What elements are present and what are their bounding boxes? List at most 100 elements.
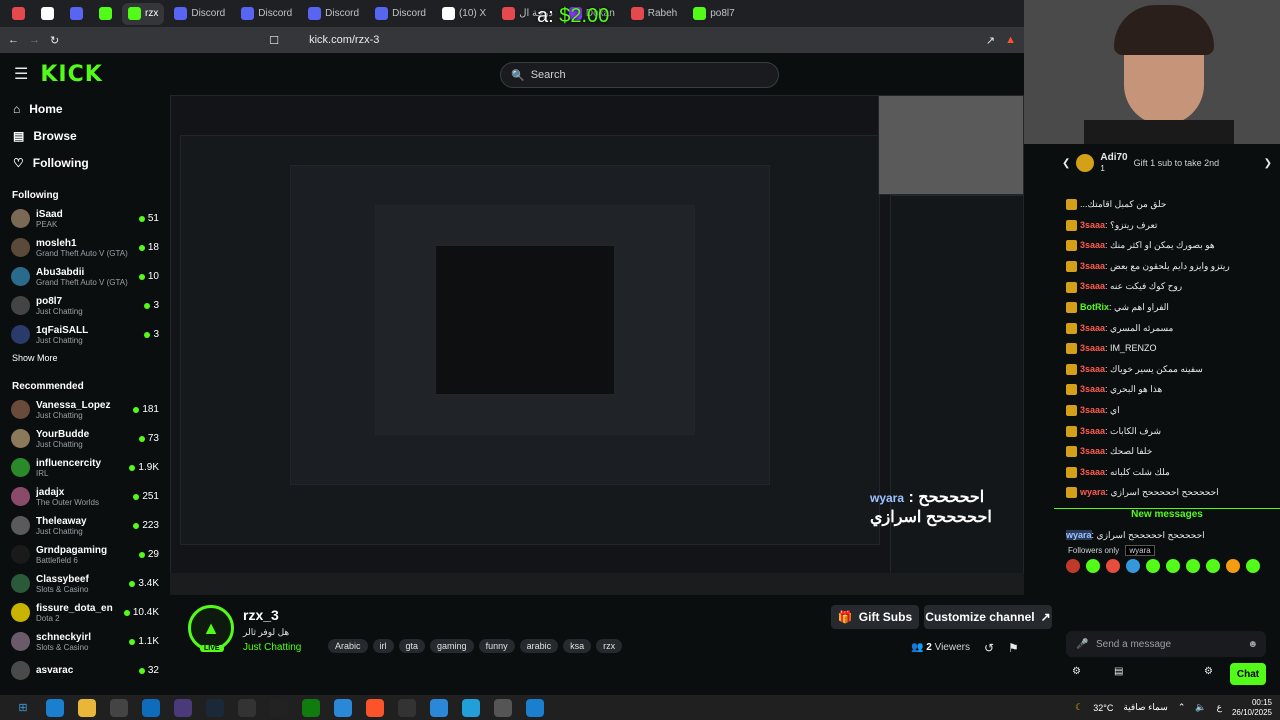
browser-tab[interactable] [35,3,60,25]
volume-icon[interactable]: 🔈 [1195,702,1206,713]
browser-tab[interactable]: Discord [302,3,365,25]
chevron-up-icon[interactable]: ⌃ [1178,702,1186,713]
emote-icon[interactable] [1166,558,1180,573]
emote-icon[interactable] [1246,558,1260,573]
steam-icon[interactable] [206,698,224,717]
app-icon[interactable] [526,698,544,717]
browser-tab[interactable]: Discord [369,3,432,25]
sidebar-nav-following[interactable]: ♡ Following [0,149,168,176]
stream-tag[interactable]: Arabic [328,639,368,653]
browser-tab[interactable]: Discord [235,3,298,25]
browser-tab[interactable] [64,3,89,25]
chat-settings-icon[interactable]: ⚙ [1072,666,1081,677]
app-icon[interactable] [430,698,448,717]
sidebar-channel[interactable]: Classybeef Slots & Casino 3.4K [0,569,168,598]
chat-username[interactable]: 3saaa [1080,467,1105,477]
gear-icon[interactable]: ⚙ [1204,666,1213,677]
windows-start-icon[interactable]: ⊞ [14,699,32,717]
chat-username[interactable]: 3saaa [1080,281,1105,291]
latest-user[interactable]: wyara [1066,530,1092,540]
outlook-icon[interactable] [142,698,160,717]
obs-icon[interactable] [174,698,192,717]
chat-username[interactable]: 3saaa [1080,343,1105,353]
chat-username[interactable]: 3saaa [1080,323,1105,333]
emote-icon[interactable] [1206,558,1220,573]
emote-icon[interactable] [1126,558,1140,573]
stream-tag[interactable]: ksa [563,639,592,653]
browser-tab[interactable]: Discord [168,3,231,25]
chat-username[interactable]: 3saaa [1080,384,1105,394]
browser-tab[interactable]: po8l7 [687,3,740,25]
stream-tag[interactable]: rzx [596,639,623,653]
emote-icon[interactable] [1146,558,1160,573]
emoji-icon[interactable]: ☻ [1247,639,1258,650]
emote-icon[interactable] [1186,558,1200,573]
share-icon[interactable]: ↺ [984,641,994,655]
app-icon[interactable] [334,698,352,717]
edge-icon[interactable] [46,698,64,717]
chat-send-button[interactable]: Chat [1230,663,1266,685]
browser-tab[interactable]: (10) X [436,3,492,25]
stream-tag[interactable]: funny [478,639,515,653]
telegram-icon[interactable] [462,698,480,717]
emote-icon[interactable] [1106,558,1120,573]
menu-icon[interactable]: ☰ [14,64,28,84]
sidebar-channel[interactable]: Abu3abdii Grand Theft Auto V (GTA) 10 [0,262,168,291]
chevron-left-icon[interactable]: ❮ [1062,158,1070,169]
file-explorer-icon[interactable] [78,698,96,717]
clock[interactable]: 00:15 26/10/2025 [1232,698,1272,718]
chat-username[interactable]: 3saaa [1080,220,1105,230]
stream-category[interactable]: Just Chatting [243,642,301,653]
stream-tag[interactable]: gaming [430,639,474,653]
report-icon[interactable]: ⚑ [1008,641,1019,655]
chat-username[interactable]: 3saaa [1080,364,1105,374]
url-field[interactable]: kick.com/rzx-3 [289,34,976,46]
chat-username[interactable]: 3saaa [1080,426,1105,436]
back-icon[interactable]: ← [8,34,19,46]
forward-icon[interactable]: → [29,34,40,46]
sidebar-channel[interactable]: 1qFaiSALL Just Chatting 3 [0,320,168,349]
sidebar-channel[interactable]: jadajx The Outer Worlds 251 [0,482,168,511]
mic-icon[interactable]: 🎤 [1076,639,1088,650]
sidebar-channel[interactable]: Vanessa_Lopez Just Chatting 181 [0,395,168,424]
gift-subs-button[interactable]: 🎁 Gift Subs [831,605,919,629]
chat-username[interactable]: 3saaa [1080,240,1105,250]
customize-channel-button[interactable]: Customize channel ↗ [924,605,1052,629]
settings-icon[interactable] [494,698,512,717]
new-messages-divider[interactable]: New messages [1054,508,1280,525]
brave-shield-icon[interactable]: ▲ [1005,34,1016,46]
store-icon[interactable] [110,698,128,717]
xbox-icon[interactable] [302,698,320,717]
chat-username[interactable]: BotRix [1080,302,1109,312]
active-browser-tab[interactable]: rzx [122,2,165,25]
chat-username[interactable]: 3saaa [1080,446,1105,456]
streamer-name[interactable]: rzx_3 [243,607,279,623]
sidebar-channel[interactable]: iSaad PEAK 51 [0,204,168,233]
epic-games-icon[interactable] [238,698,256,717]
sidebar-channel[interactable]: mosleh1 Grand Theft Auto V (GTA) 18 [0,233,168,262]
chevron-right-icon[interactable]: ❯ [1264,158,1272,169]
emote-icon[interactable] [1066,558,1080,573]
bookmark-icon[interactable]: ☐ [269,34,279,47]
sidebar-channel[interactable]: asvarac 32 [0,656,168,685]
sidebar-channel[interactable]: schneckyirl Slots & Casino 1.1K [0,627,168,656]
chat-username[interactable]: 3saaa [1080,261,1105,271]
chat-username[interactable]: 3saaa [1080,405,1105,415]
app-icon[interactable] [398,698,416,717]
stream-tag[interactable]: irl [372,639,394,653]
sidebar-nav-browse[interactable]: ▤ Browse [0,122,168,149]
show-more-link[interactable]: Show More [0,349,168,367]
brave-icon[interactable] [366,698,384,717]
app-icon[interactable] [270,698,288,717]
sidebar-nav-home[interactable]: ⌂ Home [0,95,168,122]
chat-input[interactable]: 🎤 Send a message ☻ [1066,631,1266,657]
stream-tag[interactable]: arabic [519,639,559,653]
sidebar-channel[interactable]: YourBudde Just Chatting 73 [0,424,168,453]
browser-tab[interactable] [6,3,31,25]
emote-icon[interactable] [1086,558,1100,573]
search-input[interactable]: 🔍 Search [500,62,779,88]
browser-tab[interactable]: Rabeh [625,3,683,25]
stream-tag[interactable]: gta [398,639,426,653]
chat-username[interactable]: wyara [1080,487,1106,497]
sidebar-channel[interactable]: po8l7 Just Chatting 3 [0,291,168,320]
